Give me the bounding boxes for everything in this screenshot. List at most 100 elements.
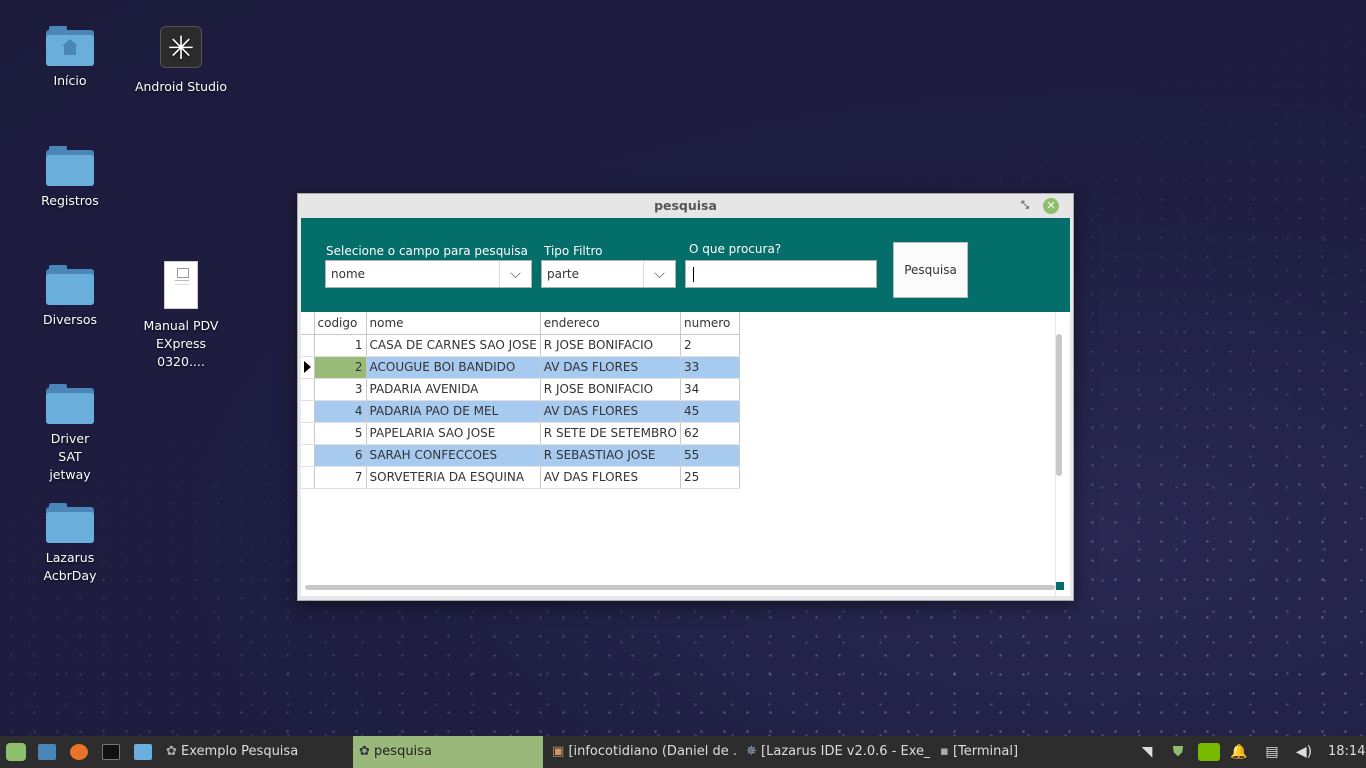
taskbar-item-terminal[interactable]: ▪ [Terminal]	[934, 736, 1124, 768]
clock[interactable]: 18:14	[1322, 736, 1366, 768]
table-header-row: codigo nome endereco numero	[301, 312, 740, 335]
search-button[interactable]: Pesquisa	[893, 242, 968, 298]
window-title: pesquisa	[654, 198, 717, 213]
field-label: Selecione o campo para pesquisa	[326, 244, 528, 258]
cell-codigo[interactable]: 7	[314, 466, 367, 489]
taskbar-item-lazarus-ide[interactable]: ✵ [Lazarus IDE v2.0.6 - Exe_...	[740, 736, 930, 768]
clipboard-icon[interactable]: ▤	[1263, 743, 1281, 761]
cell-codigo[interactable]: 1	[314, 334, 367, 357]
lazarus-app-icon: ✿	[166, 744, 177, 759]
filter-select-value: parte	[547, 267, 579, 281]
row-indicator	[301, 356, 315, 379]
notification-bell-icon[interactable]: 🔔	[1230, 743, 1248, 761]
table-row[interactable]: 1 CASA DE CARNES SAO JOSE R JOSE BONIFAC…	[301, 334, 740, 357]
column-header-codigo[interactable]: codigo	[314, 312, 367, 335]
table-row[interactable]: 2 ACOUGUE BOI BANDIDO AV DAS FLORES 33	[301, 356, 740, 379]
lazarus-app-icon: ✿	[359, 744, 370, 759]
table-row[interactable]: 3 PADARIA AVENIDA R JOSE BONIFACIO 34	[301, 378, 740, 401]
taskbar-item-exemplo-pesquisa[interactable]: ✿ Exemplo Pesquisa	[160, 736, 350, 768]
cell-nome[interactable]: CASA DE CARNES SAO JOSE	[366, 334, 541, 357]
desktop-icon-label: Manual PDV EXpress 0320....	[143, 318, 219, 369]
filter-label: Tipo Filtro	[544, 244, 603, 258]
restore-icon[interactable]: ⤡	[1017, 198, 1033, 214]
cell-numero[interactable]: 33	[680, 356, 740, 379]
cell-endereco[interactable]: AV DAS FLORES	[540, 466, 682, 489]
table-row[interactable]: 7 SORVETERIA DA ESQUINA AV DAS FLORES 25	[301, 466, 740, 489]
table-row[interactable]: 6 SARAH CONFECCOES R SEBASTIAO JOSE 55	[301, 444, 740, 467]
window-titlebar[interactable]: pesquisa ⤡ ✕	[298, 194, 1073, 218]
folder-icon	[46, 265, 94, 305]
cell-nome[interactable]: PADARIA AVENIDA	[366, 378, 541, 401]
chevron-down-icon[interactable]: ⌵	[643, 261, 675, 287]
cell-endereco[interactable]: R SETE DE SETEMBRO	[540, 422, 682, 445]
cell-nome[interactable]: PAPELARIA SAO JOSE	[366, 422, 541, 445]
filter-select[interactable]: parte ⌵	[541, 260, 676, 288]
shield-icon[interactable]: ⛊	[1169, 743, 1187, 761]
search-label: O que procura?	[689, 242, 782, 256]
cell-endereco[interactable]: R JOSE BONIFACIO	[540, 334, 682, 357]
cell-numero[interactable]: 45	[680, 400, 740, 423]
column-header-nome[interactable]: nome	[366, 312, 541, 335]
nvidia-icon[interactable]	[1198, 743, 1220, 761]
android-studio-icon: ✳	[160, 26, 202, 68]
desktop-icon-label: Android Studio	[134, 79, 228, 94]
taskbar-item-pesquisa[interactable]: ✿ pesquisa	[353, 736, 543, 768]
firefox-icon[interactable]	[70, 744, 88, 760]
files-icon[interactable]	[134, 744, 152, 760]
cell-nome[interactable]: SARAH CONFECCOES	[366, 444, 541, 467]
row-indicator	[301, 334, 315, 357]
table-row[interactable]: 5 PAPELARIA SAO JOSE R SETE DE SETEMBRO …	[301, 422, 740, 445]
home-folder-icon	[46, 26, 94, 66]
row-indicator	[301, 444, 315, 467]
column-header-numero[interactable]: numero	[680, 312, 740, 335]
cell-numero[interactable]: 25	[680, 466, 740, 489]
cell-endereco[interactable]: R JOSE BONIFACIO	[540, 378, 682, 401]
desktop-icon-manual-pdv[interactable]: Manual PDV EXpress 0320....	[131, 261, 231, 371]
cell-numero[interactable]: 55	[680, 444, 740, 467]
table-row[interactable]: 4 PADARIA PAO DE MEL AV DAS FLORES 45	[301, 400, 740, 423]
cell-endereco[interactable]: AV DAS FLORES	[540, 356, 682, 379]
show-desktop-icon[interactable]	[38, 744, 56, 760]
results-grid[interactable]: codigo nome endereco numero 1 CASA DE CA…	[301, 312, 1070, 596]
close-icon[interactable]: ✕	[1043, 198, 1059, 214]
desktop-icon-driver-sat[interactable]: Driver SAT jetway	[20, 384, 120, 484]
cell-numero[interactable]: 62	[680, 422, 740, 445]
desktop-icon-lazarus-acbrday[interactable]: Lazarus AcbrDay	[20, 503, 120, 585]
cell-codigo[interactable]: 4	[314, 400, 367, 423]
terminal-icon[interactable]	[102, 744, 120, 760]
taskbar-item-infocotidiano[interactable]: ▣ [infocotidiano (Daniel de ...	[546, 736, 736, 768]
cell-nome[interactable]: SORVETERIA DA ESQUINA	[366, 466, 541, 489]
cell-codigo[interactable]: 3	[314, 378, 367, 401]
desktop-icon-label: Driver SAT jetway	[49, 431, 91, 482]
document-icon	[164, 261, 198, 309]
cell-numero[interactable]: 2	[680, 334, 740, 357]
column-header-endereco[interactable]: endereco	[540, 312, 682, 335]
cell-codigo[interactable]: 6	[314, 444, 367, 467]
cell-codigo[interactable]: 2	[314, 356, 367, 379]
cell-codigo[interactable]: 5	[314, 422, 367, 445]
volume-icon[interactable]: ◀)	[1295, 743, 1313, 761]
wifi-icon[interactable]: ◥	[1138, 743, 1156, 761]
field-select[interactable]: nome ⌵	[325, 260, 532, 288]
cell-numero[interactable]: 34	[680, 378, 740, 401]
desktop-icon-diversos[interactable]: Diversos	[20, 265, 120, 329]
desktop-icon-inicio[interactable]: Início	[20, 26, 120, 90]
search-input[interactable]	[685, 260, 877, 288]
cell-endereco[interactable]: AV DAS FLORES	[540, 400, 682, 423]
field-select-value: nome	[331, 267, 366, 281]
chevron-down-icon[interactable]: ⌵	[499, 261, 531, 287]
lazarus-ide-icon: ✵	[746, 744, 757, 759]
row-indicator	[301, 400, 315, 423]
desktop-icon-label: Início	[53, 73, 87, 88]
cell-nome[interactable]: PADARIA PAO DE MEL	[366, 400, 541, 423]
resize-corner	[1056, 582, 1064, 590]
row-indicator	[301, 466, 315, 489]
cell-nome[interactable]: ACOUGUE BOI BANDIDO	[366, 356, 541, 379]
cell-endereco[interactable]: R SEBASTIAO JOSE	[540, 444, 682, 467]
desktop-icon-android-studio[interactable]: ✳ Android Studio	[131, 26, 231, 96]
search-panel: Selecione o campo para pesquisa nome ⌵ T…	[301, 218, 1070, 312]
desktop-icon-registros[interactable]: Registros	[20, 146, 120, 210]
vertical-scrollbar[interactable]	[1056, 334, 1062, 476]
horizontal-scrollbar[interactable]	[305, 585, 1055, 590]
mint-menu-icon[interactable]	[6, 743, 26, 761]
